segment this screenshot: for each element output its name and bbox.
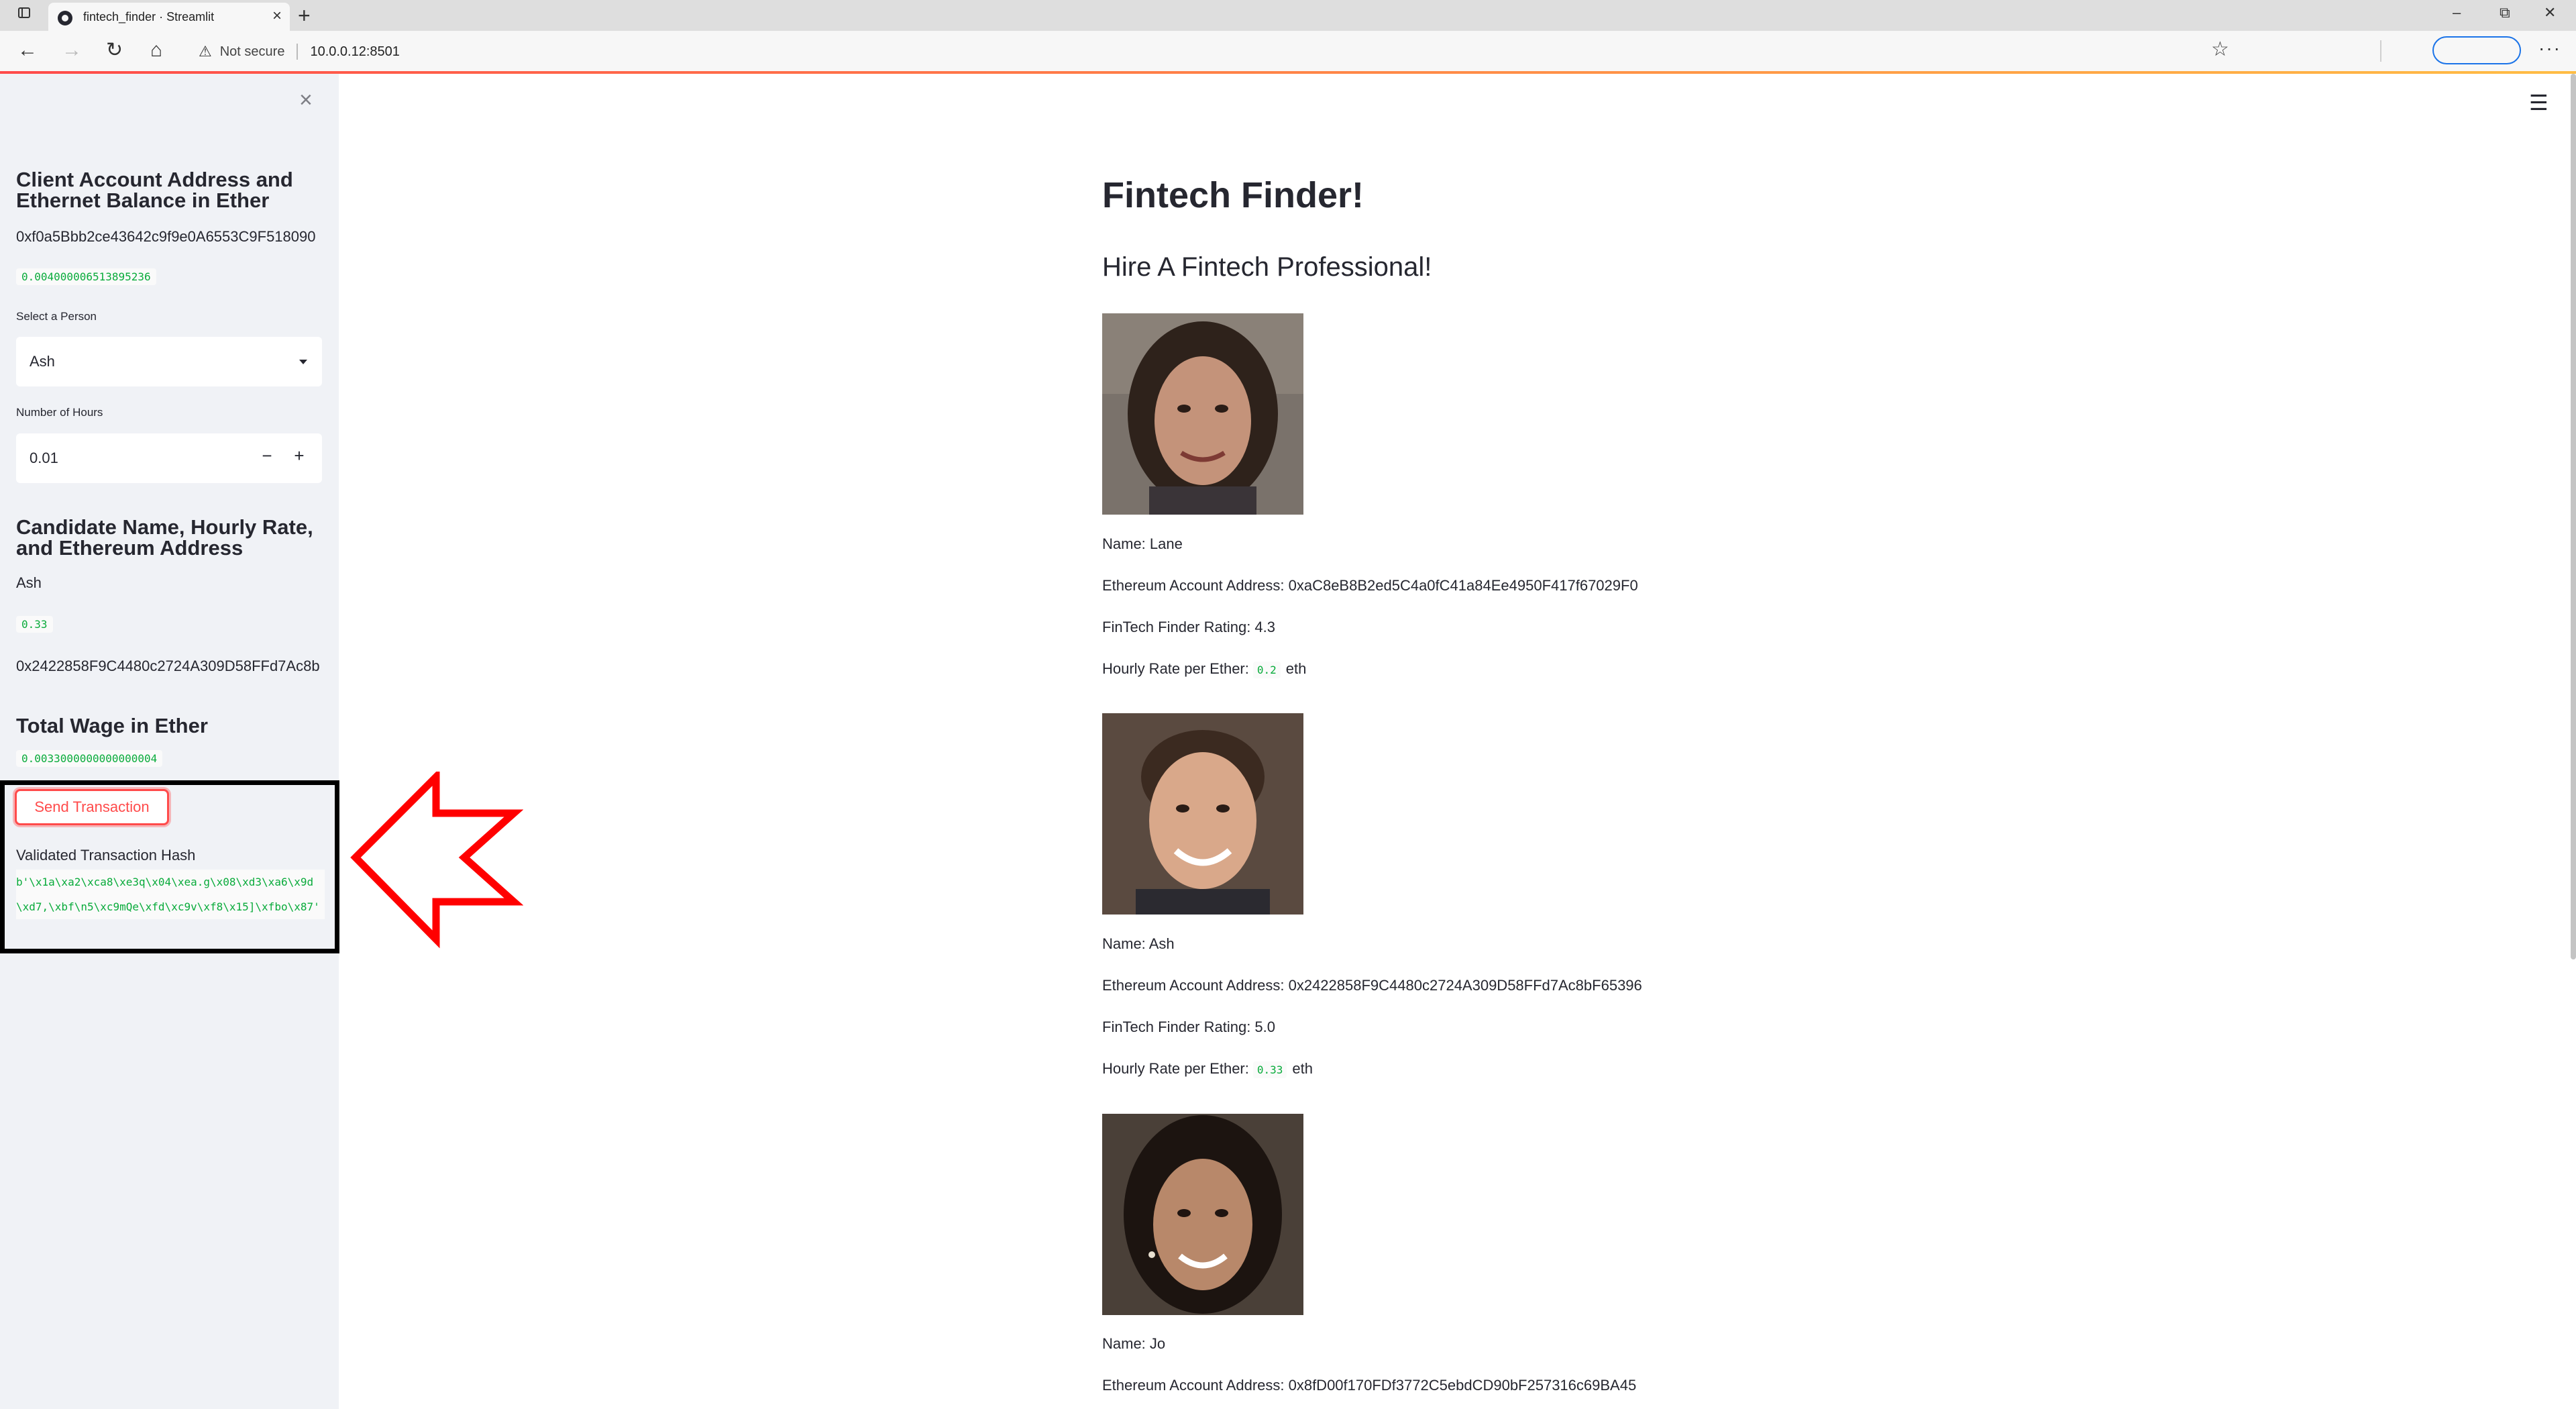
wage-heading: Total Wage in Ether [16, 714, 208, 737]
browser-toolbar: ← → ↻ ⌂ ⚠ Not secure 10.0.0.12:8501 ☆ ··… [0, 31, 2576, 72]
new-tab-button[interactable]: + [298, 3, 311, 28]
candidate-name: Ash [16, 574, 42, 591]
account-address: 0xf0a5Bbb2ce43642c9f9e0A6553C9F518090 [16, 228, 316, 245]
forward-icon[interactable]: → [62, 39, 82, 62]
close-window-icon[interactable]: ✕ [2544, 4, 2556, 21]
warning-icon: ⚠ [199, 43, 212, 60]
rate-value: 0.2 [1252, 662, 1281, 678]
browser-tab[interactable]: fintech_finder · Streamlit × [48, 3, 290, 31]
more-icon[interactable]: ··· [2538, 38, 2561, 59]
hours-number-input[interactable]: 0.01 − + [16, 433, 322, 483]
total-wage-value: 0.0033000000000000004 [16, 750, 163, 767]
candidate-heading: Candidate Name, Hourly Rate, and Ethereu… [16, 515, 313, 560]
page-scrollbar[interactable] [2571, 74, 2576, 959]
rate-prefix: Hourly Rate per Ether: [1102, 660, 1249, 677]
favorites-icon[interactable]: ☆ [2211, 38, 2229, 61]
candidate-rate: 0.33 [16, 616, 53, 633]
rate-prefix: Hourly Rate per Ether: [1102, 1060, 1249, 1077]
candidate-address: 0x2422858F9C4480c2724A309D58FFd7Ac8b [16, 658, 320, 674]
rate-unit: eth [1292, 1060, 1313, 1077]
candidate-3-name: Name: Jo [1102, 1335, 1166, 1352]
candidate-2-rating: FinTech Finder Rating: 5.0 [1102, 1019, 1276, 1035]
hamburger-menu-icon[interactable]: ☰ [2529, 90, 2548, 115]
account-heading: Client Account Address and Ethernet Bala… [16, 168, 293, 212]
chevron-down-icon [299, 360, 307, 364]
candidate-photo-jo [1102, 1114, 1303, 1315]
candidate-2-address: Ethereum Account Address: 0x2422858F9C44… [1102, 977, 1642, 994]
rate-unit: eth [1285, 660, 1307, 677]
minimize-icon[interactable]: – [2453, 4, 2461, 21]
candidate-photo-lane [1102, 313, 1303, 515]
select-person-label: Select a Person [16, 310, 97, 323]
security-label: Not secure [219, 44, 285, 59]
home-icon[interactable]: ⌂ [150, 39, 162, 62]
hours-label: Number of Hours [16, 406, 103, 419]
toolbar-divider [2380, 40, 2381, 62]
increment-button[interactable]: + [286, 446, 313, 466]
red-arrow-annotation [350, 772, 523, 949]
address-divider [297, 44, 299, 60]
candidate-2-name: Name: Ash [1102, 935, 1175, 952]
candidate-1-name: Name: Lane [1102, 535, 1183, 552]
candidate-3-address: Ethereum Account Address: 0x8fD00f170FDf… [1102, 1377, 1637, 1394]
streamlit-decoration-bar [0, 71, 2576, 74]
candidate-1-rating: FinTech Finder Rating: 4.3 [1102, 619, 1276, 635]
tab-close-icon[interactable]: × [272, 7, 282, 25]
sidebar: × Client Account Address and Ethernet Ba… [0, 74, 339, 1409]
candidate-1-address: Ethereum Account Address: 0xaC8eB8B2ed5C… [1102, 577, 1638, 594]
balance-value: 0.004000006513895236 [16, 268, 156, 285]
candidate-photo-ash [1102, 713, 1303, 915]
highlight-frame [0, 780, 339, 953]
page-title: Fintech Finder! [1102, 175, 1364, 215]
tab-actions-icon[interactable] [16, 5, 34, 21]
favicon-icon [58, 11, 72, 25]
person-select[interactable]: Ash [16, 337, 322, 386]
close-sidebar-icon[interactable]: × [299, 87, 313, 113]
restore-icon[interactable]: ⧉ [2500, 4, 2510, 21]
url-text[interactable]: 10.0.0.12:8501 [310, 44, 399, 60]
page-subtitle: Hire A Fintech Professional! [1102, 252, 1432, 282]
hours-value[interactable]: 0.01 [30, 450, 58, 467]
browser-tab-bar: fintech_finder · Streamlit × + – ⧉ ✕ [0, 0, 2576, 31]
candidate-1-rate-line: Hourly Rate per Ether: 0.2 eth [1102, 660, 1306, 678]
back-icon[interactable]: ← [17, 39, 38, 62]
candidate-2-rate-line: Hourly Rate per Ether: 0.33 eth [1102, 1060, 1313, 1078]
reload-icon[interactable]: ↻ [106, 39, 123, 62]
tab-title: fintech_finder · Streamlit [83, 10, 215, 23]
selected-person: Ash [30, 353, 55, 370]
address-bar[interactable]: ⚠ Not secure 10.0.0.12:8501 [199, 40, 400, 63]
rate-value: 0.33 [1252, 1061, 1287, 1078]
profile-button[interactable] [2432, 36, 2521, 64]
decrement-button[interactable]: − [254, 446, 280, 466]
